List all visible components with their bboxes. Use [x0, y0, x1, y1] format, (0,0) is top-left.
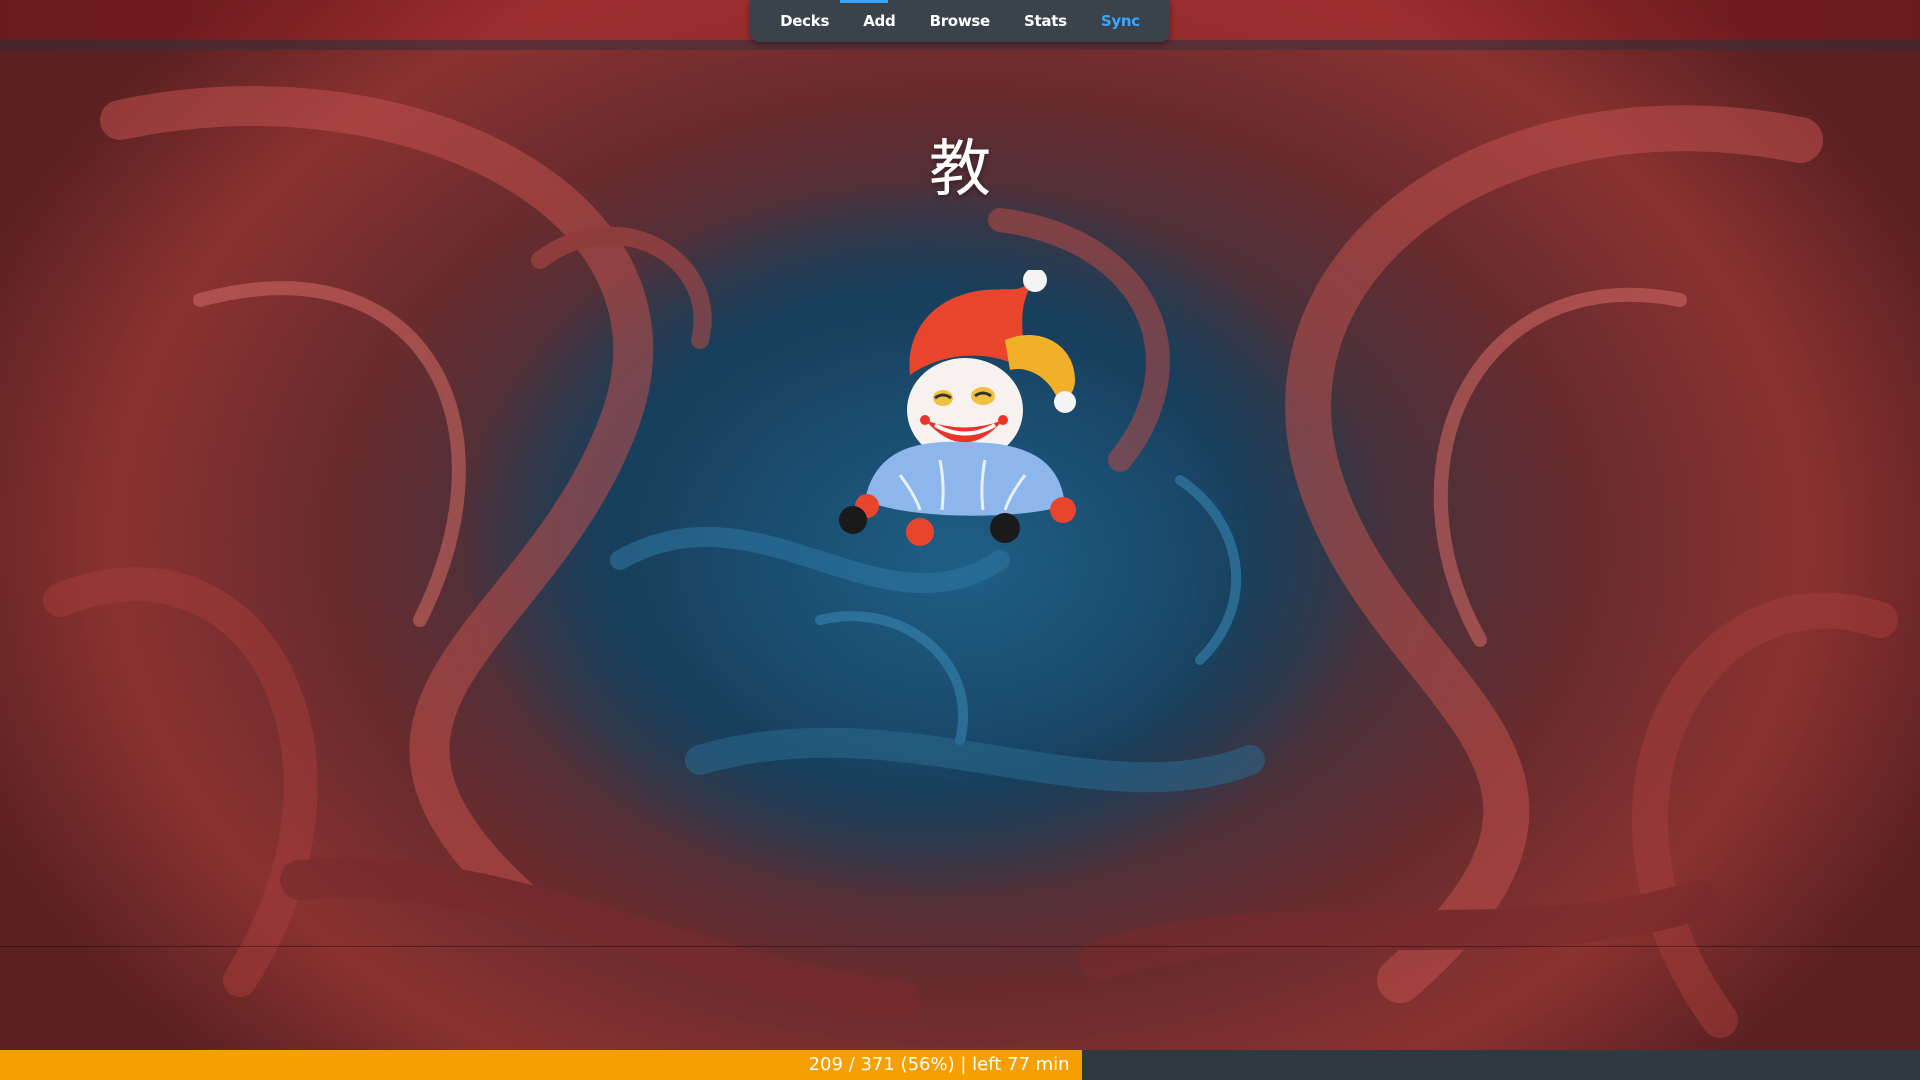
tab-sync[interactable]: Sync — [1097, 6, 1144, 36]
main-toolbar: Decks Add Browse Stats Sync — [750, 0, 1170, 42]
tab-add[interactable]: Add — [859, 6, 899, 36]
jester-doll-icon — [839, 270, 1076, 546]
active-tab-indicator — [840, 0, 888, 3]
divider-line — [0, 946, 1920, 947]
progress-bar: 209 / 371 (56%) | left 77 min — [0, 1050, 1920, 1080]
tab-decks[interactable]: Decks — [776, 6, 833, 36]
progress-text: 209 / 371 (56%) | left 77 min — [808, 1054, 1070, 1075]
tab-stats[interactable]: Stats — [1020, 6, 1071, 36]
card-front-text: 教 — [928, 132, 991, 205]
tab-browse[interactable]: Browse — [926, 6, 994, 36]
